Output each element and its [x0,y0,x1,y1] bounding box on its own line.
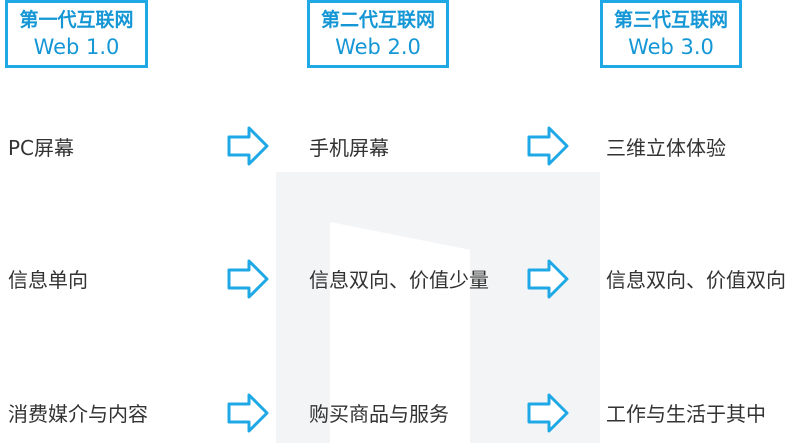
row1-web3-cell: 三维立体体验 [606,136,726,160]
row2-web3-cell: 信息双向、价值双向 [606,268,786,292]
header-web2-version: Web 2.0 [335,35,421,59]
row2-web2-cell: 信息双向、价值少量 [309,268,489,292]
row3-web2-cell: 购买商品与服务 [309,402,449,426]
row1-web1-cell: PC屏幕 [8,136,75,160]
arrow-icon [527,126,569,166]
header-web1-version: Web 1.0 [33,35,120,59]
header-web3: 第三代互联网 Web 3.0 [600,0,742,68]
arrow-icon [227,259,269,299]
header-web1-title: 第一代互联网 [19,9,134,31]
header-web1: 第一代互联网 Web 1.0 [5,0,148,68]
header-web3-title: 第三代互联网 [613,9,728,31]
arrow-icon [527,259,569,299]
header-web2-title: 第二代互联网 [320,9,435,31]
header-web3-version: Web 3.0 [628,35,714,59]
header-web2: 第二代互联网 Web 2.0 [307,0,449,68]
arrow-icon [527,393,569,433]
arrow-icon [227,126,269,166]
row1-web2-cell: 手机屏幕 [309,136,389,160]
row2-web1-cell: 信息单向 [8,268,88,292]
arrow-icon [227,393,269,433]
row3-web1-cell: 消费媒介与内容 [8,402,148,426]
row3-web3-cell: 工作与生活于其中 [606,402,766,426]
